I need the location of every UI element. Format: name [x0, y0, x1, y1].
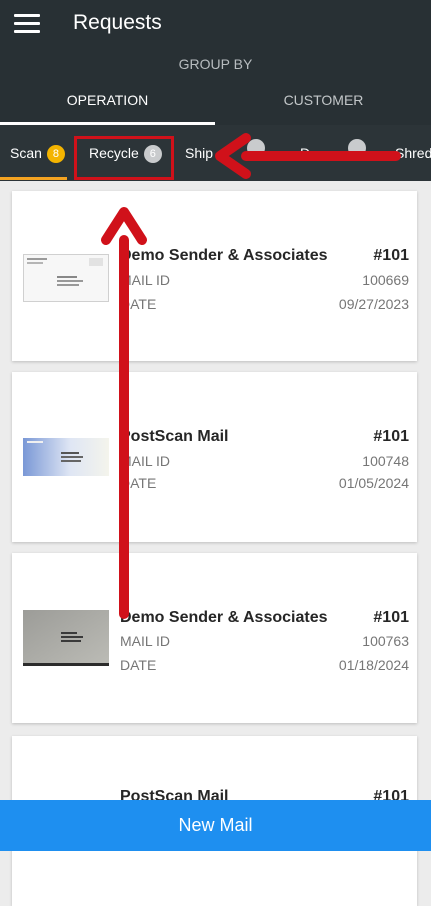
mail-card[interactable]: PostScan Mail #101 MAIL ID 100748 DATE 0… [12, 372, 417, 542]
new-mail-button[interactable]: New Mail [0, 800, 431, 851]
menu-icon[interactable] [14, 14, 40, 34]
tab-shred-label: Shred [395, 145, 431, 161]
mail-id-value: 100748 [362, 453, 409, 469]
sender-name: Demo Sender & Associates [120, 609, 328, 626]
mail-id-label: MAIL ID [120, 633, 171, 649]
mail-id-value: 100763 [362, 633, 409, 649]
date-value: 01/05/2024 [338, 475, 409, 491]
mail-id-label: MAIL ID [120, 272, 171, 288]
date-label: DATE [120, 657, 157, 673]
mail-number: #101 [373, 609, 409, 626]
tab-shred[interactable]: Shred [395, 125, 431, 181]
mail-id-label: MAIL ID [120, 453, 171, 469]
date-value: 01/18/2024 [338, 657, 409, 673]
date-value: 09/27/2023 [338, 296, 409, 312]
tab-scan[interactable]: Scan 8 [10, 125, 65, 181]
mail-card[interactable]: Demo Sender & Associates #101 MAIL ID 10… [12, 553, 417, 723]
mail-id-value: 100669 [362, 272, 409, 288]
date-label: DATE [120, 296, 157, 312]
scan-tab-indicator [0, 177, 67, 180]
envelope-thumbnail [23, 610, 109, 666]
d-count-badge [348, 139, 367, 157]
sender-name: PostScan Mail [120, 428, 229, 445]
tab-ship-label: Ship [185, 145, 214, 161]
ship-count-badge [247, 139, 266, 157]
envelope-thumbnail [23, 254, 109, 302]
tab-operation[interactable]: OPERATION [0, 92, 215, 108]
tab-d[interactable]: D [300, 125, 367, 181]
operation-tabs: Scan 8 Recycle 6 Ship D Shred [0, 125, 431, 181]
tab-scan-label: Scan [10, 145, 42, 161]
group-by-label: GROUP BY [178, 56, 253, 72]
mail-card[interactable]: Demo Sender & Associates #101 MAIL ID 10… [12, 191, 417, 361]
mail-number: #101 [373, 247, 409, 264]
page-title: Requests [73, 11, 162, 34]
sender-name: Demo Sender & Associates [120, 247, 328, 264]
date-label: DATE [120, 475, 157, 491]
envelope-thumbnail [23, 438, 109, 476]
tab-d-label: D [300, 145, 311, 161]
mail-number: #101 [373, 428, 409, 445]
tab-customer[interactable]: CUSTOMER [216, 92, 431, 108]
highlight-box [74, 136, 174, 180]
app-bar: Requests GROUP BY OPERATION CUSTOMER [0, 0, 431, 125]
scan-count-badge: 8 [46, 145, 65, 163]
tab-ship[interactable]: Ship [185, 125, 266, 181]
